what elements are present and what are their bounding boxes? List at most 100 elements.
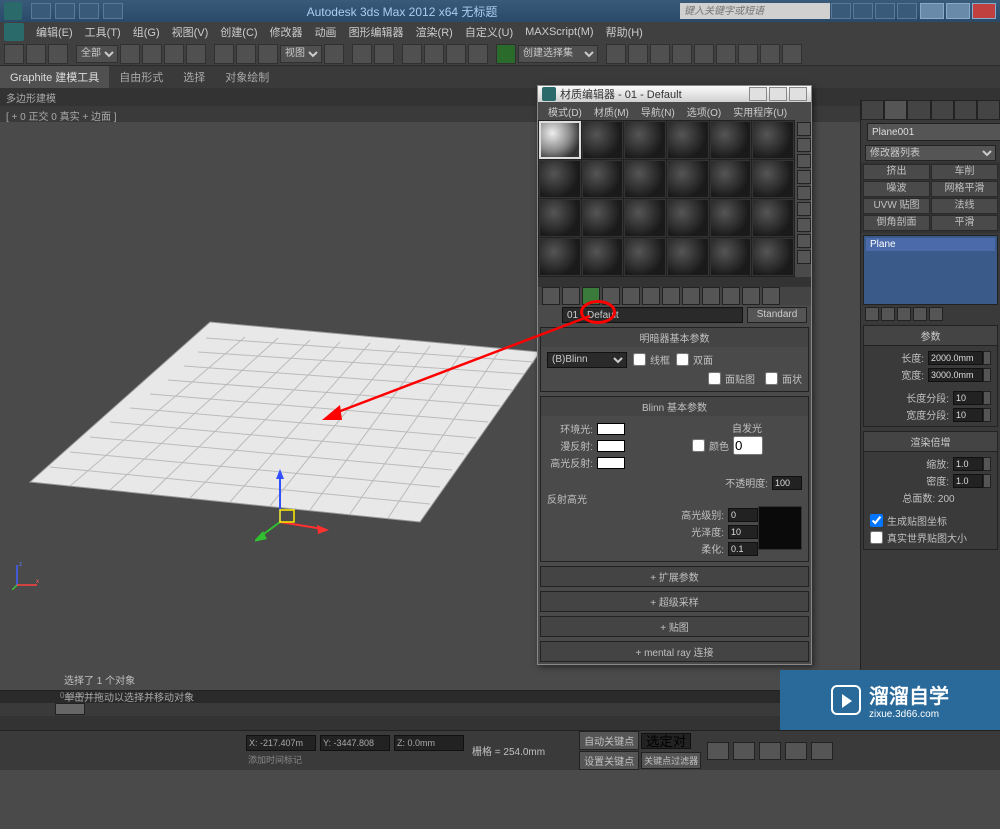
rollup-header-mr[interactable]: mental ray 连接 xyxy=(541,642,808,661)
put-to-scene-icon[interactable] xyxy=(562,287,580,305)
material-slot[interactable] xyxy=(752,199,794,237)
material-slot[interactable] xyxy=(667,160,709,198)
menu-graph[interactable]: 图形编辑器 xyxy=(343,24,410,40)
material-slot[interactable] xyxy=(667,121,709,159)
me-menu-utilities[interactable]: 实用程序(U) xyxy=(727,102,793,120)
opacity-spinner[interactable] xyxy=(772,476,802,490)
mod-noise-button[interactable]: 噪波 xyxy=(863,181,930,197)
me-menu-options[interactable]: 选项(O) xyxy=(681,102,727,120)
info-icon[interactable] xyxy=(831,3,851,19)
tab-graphite[interactable]: Graphite 建模工具 xyxy=(0,66,109,88)
curve-editor-icon[interactable] xyxy=(672,44,692,64)
keymode-icon[interactable] xyxy=(374,44,394,64)
material-slot[interactable] xyxy=(752,238,794,276)
zoom-all-icon[interactable] xyxy=(881,751,899,767)
material-slot[interactable] xyxy=(624,121,666,159)
sample-type-icon[interactable] xyxy=(797,122,811,136)
zoom-extents-icon[interactable] xyxy=(881,734,899,750)
rotate-icon[interactable] xyxy=(236,44,256,64)
menu-views[interactable]: 视图(V) xyxy=(166,24,215,40)
play-icon[interactable] xyxy=(759,742,781,760)
material-slot[interactable] xyxy=(710,160,752,198)
real-world-checkbox[interactable] xyxy=(870,531,883,544)
scale-spinner[interactable] xyxy=(953,457,983,471)
tab-create-icon[interactable] xyxy=(861,100,884,120)
me-close-button[interactable] xyxy=(789,87,807,101)
material-name-input[interactable] xyxy=(562,307,743,323)
wire-checkbox[interactable] xyxy=(633,353,646,366)
align-icon[interactable] xyxy=(628,44,648,64)
modifier-list-dropdown[interactable]: 修改器列表 xyxy=(865,145,996,161)
add-timetag-label[interactable]: 添加时间标记 xyxy=(228,753,464,766)
sample-uv-icon[interactable] xyxy=(797,170,811,184)
material-slot[interactable] xyxy=(539,160,581,198)
material-slot-1[interactable] xyxy=(539,121,581,159)
menu-animation[interactable]: 动画 xyxy=(309,24,343,40)
selection-filter-dropdown[interactable]: 全部 xyxy=(76,45,118,63)
window-crossing-icon[interactable] xyxy=(186,44,206,64)
mod-normal-button[interactable]: 法线 xyxy=(931,198,998,214)
select-name-icon[interactable] xyxy=(142,44,162,64)
rollup-header-extended[interactable]: 扩展参数 xyxy=(541,567,808,586)
spinner-arrows-icon[interactable] xyxy=(983,351,991,365)
get-material-icon[interactable] xyxy=(542,287,560,305)
rollup-header-supersample[interactable]: 超级采样 xyxy=(541,592,808,611)
me-minimize-button[interactable] xyxy=(749,87,767,101)
spinner-arrows-icon[interactable] xyxy=(983,408,991,422)
qa-undo-icon[interactable] xyxy=(79,3,99,19)
next-frame-icon[interactable] xyxy=(785,742,807,760)
schematic-icon[interactable] xyxy=(694,44,714,64)
me-menu-modes[interactable]: 模式(D) xyxy=(542,102,588,120)
maximize-button[interactable] xyxy=(946,3,970,19)
mod-smooth-button[interactable]: 平滑 xyxy=(931,215,998,231)
material-slot[interactable] xyxy=(539,238,581,276)
layers-icon[interactable] xyxy=(650,44,670,64)
comm-icon[interactable] xyxy=(853,3,873,19)
modifier-stack[interactable]: Plane xyxy=(863,235,998,305)
stack-item-plane[interactable]: Plane xyxy=(866,238,995,251)
zoom-icon[interactable] xyxy=(860,734,878,750)
length-spinner[interactable] xyxy=(928,351,983,365)
key-target-input[interactable] xyxy=(641,733,691,749)
mirror-icon[interactable] xyxy=(606,44,626,64)
app-menu-icon[interactable] xyxy=(4,23,24,41)
material-slot[interactable] xyxy=(624,199,666,237)
material-slot[interactable] xyxy=(582,160,624,198)
mod-uvwmap-button[interactable]: UVW 贴图 xyxy=(863,198,930,214)
mod-extrude-button[interactable]: 挤出 xyxy=(863,164,930,180)
snap-icon[interactable] xyxy=(402,44,422,64)
angle-snap-icon[interactable] xyxy=(424,44,444,64)
self-illum-color-checkbox[interactable] xyxy=(692,439,705,452)
material-slot[interactable] xyxy=(582,121,624,159)
menu-group[interactable]: 组(G) xyxy=(127,24,166,40)
reset-map-icon[interactable] xyxy=(602,287,620,305)
material-type-button[interactable]: Standard xyxy=(747,307,807,323)
tab-paint[interactable]: 对象绘制 xyxy=(215,66,279,88)
me-maximize-button[interactable] xyxy=(769,87,787,101)
spinner-arrows-icon[interactable] xyxy=(983,457,991,471)
x-coord-input[interactable] xyxy=(246,735,316,751)
self-illum-spinner[interactable] xyxy=(733,436,763,455)
pan-icon[interactable] xyxy=(839,734,857,750)
me-menu-nav[interactable]: 导航(N) xyxy=(635,102,681,120)
width-spinner[interactable] xyxy=(928,368,983,382)
material-slot[interactable] xyxy=(624,160,666,198)
ref-coord-dropdown[interactable]: 视图 xyxy=(280,45,322,63)
material-slot[interactable] xyxy=(667,238,709,276)
wsegs-spinner[interactable] xyxy=(953,408,983,422)
put-to-library-icon[interactable] xyxy=(662,287,680,305)
object-name-input[interactable] xyxy=(867,123,1000,141)
menu-maxscript[interactable]: MAXScript(M) xyxy=(519,26,599,38)
show-end-icon[interactable] xyxy=(881,307,895,321)
viewport-label[interactable]: [ + 0 正交 0 真实 + 边面 ] xyxy=(0,106,1000,122)
spinner-snap-icon[interactable] xyxy=(468,44,488,64)
material-slot[interactable] xyxy=(667,199,709,237)
make-unique-icon[interactable] xyxy=(642,287,660,305)
two-sided-checkbox[interactable] xyxy=(676,353,689,366)
remove-mod-icon[interactable] xyxy=(913,307,927,321)
spinner-arrows-icon[interactable] xyxy=(983,368,991,382)
render-frame-icon[interactable] xyxy=(760,44,780,64)
menu-create[interactable]: 创建(C) xyxy=(214,24,263,40)
tab-motion-icon[interactable] xyxy=(931,100,954,120)
backlight-icon[interactable] xyxy=(797,138,811,152)
